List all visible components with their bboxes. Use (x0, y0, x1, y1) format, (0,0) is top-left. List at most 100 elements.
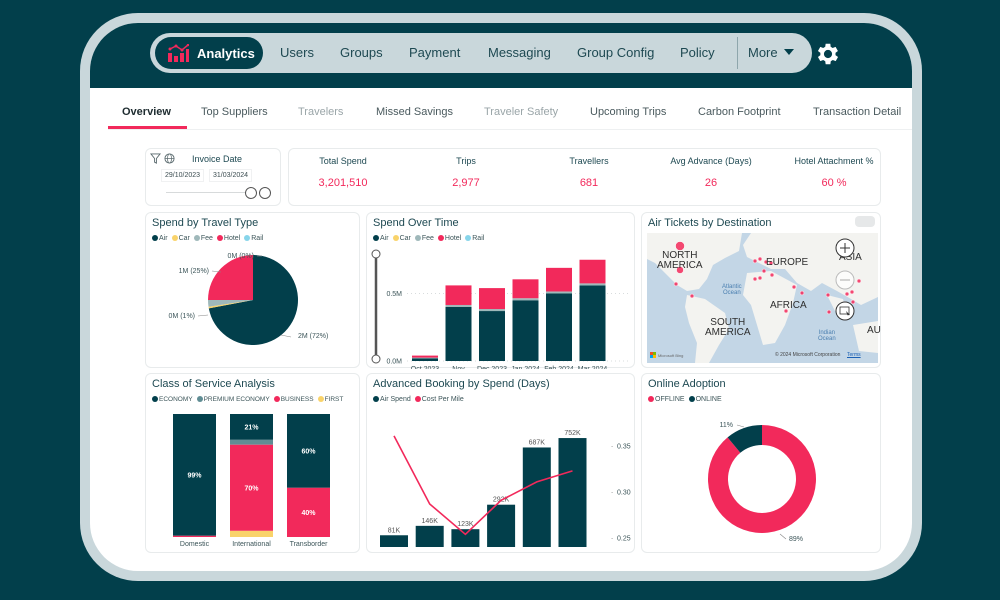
x-tick-label: Transborder (290, 541, 329, 548)
x-tick-label: Jan 2024 (511, 366, 540, 369)
destination-marker (757, 275, 763, 281)
donut-data-label: 11% (720, 422, 734, 429)
advanced-booking-card: Advanced Booking by Spend (Days) Air Spe… (366, 373, 635, 553)
leader-line (197, 314, 209, 317)
tab-upcoming-trips[interactable]: Upcoming Trips (590, 106, 666, 118)
bar-data-label: 99% (187, 472, 202, 479)
bar-data-label: 146K (422, 518, 439, 525)
zoom-in-icon[interactable] (835, 238, 855, 258)
nav-item-group-config[interactable]: Group Config (577, 45, 654, 60)
select-area-icon[interactable] (835, 301, 855, 321)
map-label: NORTH AMERICA (657, 250, 703, 271)
date-slider-end-handle[interactable] (259, 187, 271, 199)
bar-segment-fee (412, 357, 438, 359)
leader-line (779, 533, 787, 540)
x-tick-label: Oct 2023 (411, 366, 440, 369)
range-slider-bottom-handle (371, 354, 381, 364)
nav-item-policy[interactable]: Policy (680, 45, 715, 60)
filter-title: Invoice Date (192, 154, 243, 164)
report-tabs: Overview Top Suppliers Travelers Missed … (108, 96, 912, 130)
destination-marker (844, 291, 850, 297)
destination-marker (849, 289, 855, 295)
nav-item-analytics[interactable]: Analytics (155, 37, 263, 69)
x-tick-label: Feb 2024 (544, 366, 574, 369)
nav-item-payment[interactable]: Payment (409, 45, 460, 60)
leader-line (736, 424, 745, 428)
kpi-strip: Total Spend 3,201,510 Trips 2,977 Travel… (288, 148, 881, 206)
class-of-service-chart: 99% Domestic 21% 70% International 60% 40% Tran… (173, 414, 330, 548)
destination-marker (799, 290, 805, 296)
bar-segment-first (230, 530, 273, 537)
tab-travelers[interactable]: Travelers (298, 106, 343, 118)
start-date-input[interactable]: 29/10/2023 (161, 169, 205, 182)
main-nav: Analytics Users Groups Payment Messaging… (150, 33, 812, 73)
bar-data-label: 123K (457, 521, 474, 528)
y2-tick-mark: - (611, 490, 614, 497)
bar-data-label: 70% (244, 485, 259, 492)
destination-marker (769, 272, 775, 278)
tab-traveler-safety[interactable]: Traveler Safety (484, 106, 558, 118)
nav-item-groups[interactable]: Groups (340, 45, 383, 60)
donut-data-label: 89% (789, 536, 803, 543)
tab-carbon-footprint[interactable]: Carbon Footprint (698, 106, 781, 118)
active-tab-indicator (108, 126, 187, 129)
bar-data-label: 21% (244, 424, 259, 431)
pie-data-label: 0M (0%) (228, 253, 254, 260)
map-attribution: © 2024 Microsoft Corporation (775, 352, 841, 358)
y2-tick-label: 0.30 (617, 490, 631, 497)
travel-type-pie-chart: 2M (72%) 0M (1%) 1M (25%) 0M (0%) (169, 253, 328, 345)
bar-segment-fee (512, 298, 539, 301)
x-tick-label: Domestic (180, 541, 210, 548)
y-tick-label: 0.0M (386, 359, 402, 366)
filter-icon[interactable] (150, 153, 161, 164)
y-tick-label: 0.5M (386, 291, 402, 298)
y2-tick-mark: - (611, 536, 614, 543)
bar-segment-fee (546, 291, 572, 294)
gear-icon[interactable] (814, 40, 842, 68)
date-slider-start-handle[interactable] (245, 187, 257, 199)
spend-over-time-chart: 0.0M0.5MOct 2023Nov2023Dec 2023Jan 2024F… (371, 249, 629, 369)
range-slider-top-handle (371, 249, 381, 259)
bar-segment-air (479, 311, 505, 361)
destination-marker (825, 292, 831, 298)
bar-data-label: 687K (529, 439, 546, 446)
bar-data-label: 81K (388, 527, 401, 534)
tab-overview[interactable]: Overview (122, 106, 171, 118)
online-adoption-donut: 11% 89% (708, 422, 816, 543)
nav-item-users[interactable]: Users (280, 45, 314, 60)
bar-segment-hotel (412, 355, 438, 358)
x-tick-label: Dec 2023 (477, 366, 507, 369)
tab-top-suppliers[interactable]: Top Suppliers (201, 106, 268, 118)
end-date-input[interactable]: 31/03/2024 (209, 169, 253, 182)
top-header: Analytics Users Groups Payment Messaging… (90, 23, 912, 88)
pie-slice-hotel (208, 255, 253, 300)
bing-logo: Microsoft Bing (650, 352, 683, 358)
caret-down-icon (783, 49, 794, 55)
leader-line (280, 334, 292, 338)
map-toggle[interactable] (855, 216, 875, 227)
bar-air-spend (522, 447, 551, 547)
bar-segment-fee (445, 304, 472, 307)
air-tickets-map-card: Air Tickets by Destination NORTH AMERICA E… (641, 212, 881, 368)
kpi-hotel-attachment-label: Hotel Attachment % (794, 156, 874, 166)
online-adoption-card: Online Adoption OFFLINE ONLINE 11% 89% (641, 373, 881, 553)
bing-text: Microsoft Bing (658, 352, 684, 358)
bar-air-spend (451, 529, 480, 547)
spend-over-time-card: Spend Over Time Air Car Fee Hotel Rail 0… (366, 212, 635, 369)
tab-transaction-detail[interactable]: Transaction Detail (813, 106, 901, 118)
bar-segment-hotel (445, 285, 472, 305)
zoom-out-icon[interactable] (835, 270, 855, 290)
x-tick-label: Nov (452, 366, 465, 369)
tab-missed-savings[interactable]: Missed Savings (376, 106, 453, 118)
nav-item-messaging[interactable]: Messaging (488, 45, 551, 60)
spend-by-travel-type-card: Spend by Travel Type Air Car Fee Hotel R… (145, 212, 360, 368)
kpi-trips-label: Trips (456, 156, 476, 166)
bar-segment-premium-economy (230, 439, 273, 445)
more-menu-button[interactable]: More (748, 45, 794, 60)
kpi-total-spend-value: 3,201,510 (318, 177, 368, 189)
bar-data-label: 752K (564, 430, 581, 437)
map-terms-link[interactable]: Terms (847, 352, 861, 358)
globe-icon[interactable] (164, 153, 175, 164)
bar-segment-air (546, 293, 572, 361)
bar-segment-hotel (479, 288, 505, 310)
